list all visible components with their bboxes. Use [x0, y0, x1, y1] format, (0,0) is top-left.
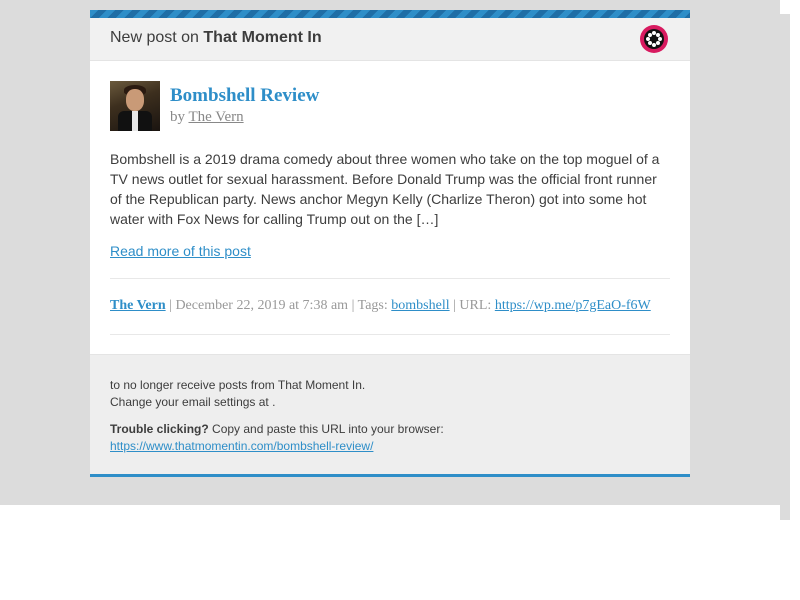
settings-text: Change your email settings at .: [110, 395, 276, 409]
meta-separator: |: [348, 298, 358, 313]
author-avatar[interactable]: [110, 81, 160, 131]
background-extension: [780, 14, 790, 520]
email-header: New post on That Moment In: [90, 18, 690, 61]
post-excerpt: Bombshell is a 2019 drama comedy about t…: [110, 151, 660, 227]
header-title: New post on That Moment In: [110, 29, 322, 47]
unsubscribe-text: to no longer receive posts from That Mom…: [110, 378, 366, 392]
byline-label: by: [170, 109, 185, 125]
film-reel-icon[interactable]: [640, 25, 668, 53]
trouble-clicking-text: Trouble clicking? Copy and paste this UR…: [110, 421, 444, 438]
top-border: [90, 10, 690, 18]
background-strip: [780, 0, 790, 14]
read-more-link[interactable]: Read more of this post: [110, 243, 251, 259]
post-meta: The Vern | December 22, 2019 at 7:38 am …: [110, 278, 670, 335]
email-card: New post on That Moment In Bombshell Rev…: [90, 10, 690, 477]
meta-short-url-link[interactable]: https://wp.me/p7gEaO-f6W: [495, 298, 651, 313]
full-url-link[interactable]: https://www.thatmomentin.com/bombshell-r…: [110, 439, 373, 453]
header-site-name[interactable]: That Moment In: [203, 29, 321, 46]
meta-tag-link[interactable]: bombshell: [391, 298, 449, 313]
trouble-label: Trouble clicking?: [110, 422, 209, 436]
post-title-link[interactable]: Bombshell Review: [170, 85, 319, 107]
email-footer: to no longer receive posts from That Mom…: [90, 354, 690, 475]
header-prefix: New post on: [110, 29, 199, 46]
meta-author-link[interactable]: The Vern: [110, 298, 166, 313]
meta-separator: |: [165, 298, 176, 313]
byline-author-link[interactable]: The Vern: [188, 109, 243, 125]
meta-separator: |: [449, 298, 460, 313]
meta-tags-label: Tags:: [357, 298, 392, 313]
post-byline: by The Vern: [170, 109, 244, 126]
meta-date: December 22, 2019 at 7:38 am: [175, 298, 349, 313]
meta-url-label: URL:: [459, 298, 495, 313]
trouble-instructions: Copy and paste this URL into your browse…: [208, 422, 444, 436]
bottom-border: [90, 474, 690, 477]
